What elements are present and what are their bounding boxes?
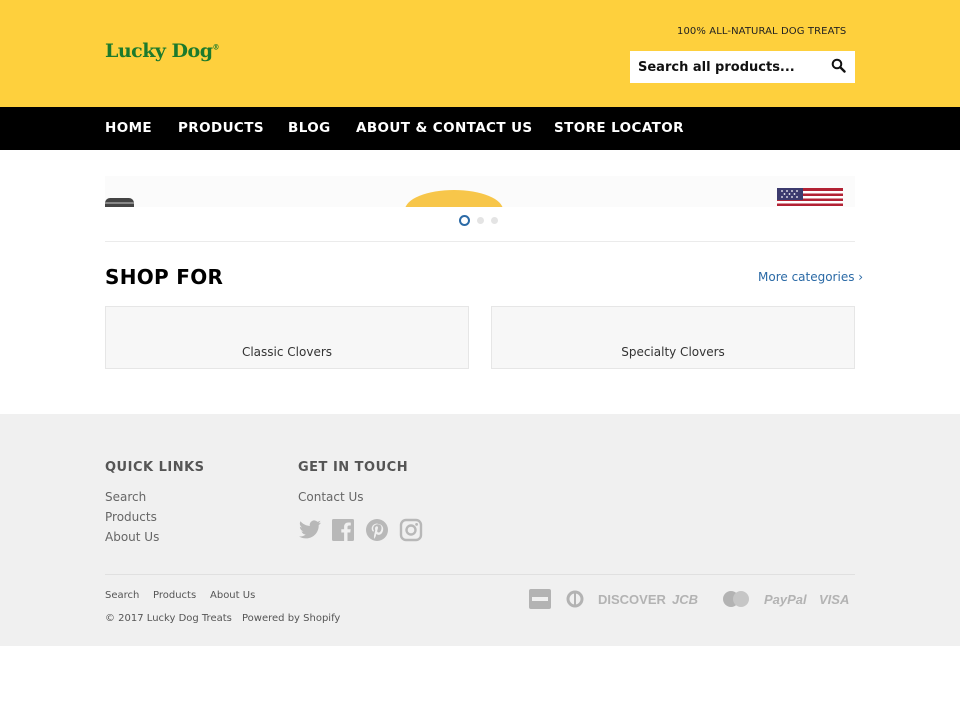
header-tagline: 100% ALL-NATURAL DOG TREATS xyxy=(677,26,847,37)
bottom-link-about-us[interactable]: About Us xyxy=(210,590,255,601)
visa-icon: VISA xyxy=(819,591,850,607)
paypal-icon: PayPal xyxy=(764,591,807,607)
quick-links-heading: QUICK LINKS xyxy=(105,460,205,475)
site-footer: QUICK LINKS Search Products About Us GET… xyxy=(0,414,960,646)
more-categories-link[interactable]: More categories › xyxy=(758,270,863,284)
slider-dot-3[interactable] xyxy=(491,217,498,224)
search-input[interactable] xyxy=(630,51,820,83)
search-icon xyxy=(831,58,846,77)
nav-item-home[interactable]: HOME xyxy=(105,120,152,136)
search-button[interactable] xyxy=(821,51,855,83)
main-nav: HOME PRODUCTS BLOG ABOUT & CONTACT US ST… xyxy=(0,107,960,150)
site-header: Lucky Dog® 100% ALL-NATURAL DOG TREATS xyxy=(0,0,960,107)
logo-registered-mark: ® xyxy=(212,42,220,52)
footer-link-search[interactable]: Search xyxy=(105,490,146,504)
treat-jar-image xyxy=(105,198,134,207)
footer-divider xyxy=(105,574,855,575)
category-card-classic-clovers[interactable]: Classic Clovers xyxy=(105,306,469,369)
pinterest-icon[interactable] xyxy=(365,518,389,542)
section-divider xyxy=(105,241,855,242)
search-form xyxy=(630,51,855,83)
american-flag-image xyxy=(777,188,843,207)
copyright-text: © 2017 Lucky Dog Treats xyxy=(105,613,232,624)
nav-item-products[interactable]: PRODUCTS xyxy=(178,120,264,136)
diners-club-icon xyxy=(565,590,585,608)
bottom-link-products[interactable]: Products xyxy=(153,590,196,601)
slider-dot-1[interactable] xyxy=(459,215,470,226)
slider-dot-2[interactable] xyxy=(477,217,484,224)
nav-item-blog[interactable]: BLOG xyxy=(288,120,331,136)
hero-slider[interactable] xyxy=(105,176,855,207)
shop-for-title: SHOP FOR xyxy=(105,265,224,289)
dog-treat-image xyxy=(405,190,503,207)
instagram-icon[interactable] xyxy=(399,518,423,542)
nav-item-about-contact[interactable]: ABOUT & CONTACT US xyxy=(356,120,533,136)
twitter-icon[interactable] xyxy=(298,518,322,542)
footer-link-products[interactable]: Products xyxy=(105,510,157,524)
facebook-icon[interactable] xyxy=(331,518,355,542)
site-logo[interactable]: Lucky Dog® xyxy=(105,40,219,62)
discover-icon: DISCOVER xyxy=(598,591,666,607)
jcb-icon: JCB xyxy=(672,591,699,607)
category-card-specialty-clovers[interactable]: Specialty Clovers xyxy=(491,306,855,369)
bottom-link-search[interactable]: Search xyxy=(105,590,139,601)
category-card-title: Specialty Clovers xyxy=(621,345,725,359)
footer-link-about-us[interactable]: About Us xyxy=(105,530,159,544)
american-express-icon xyxy=(529,589,551,609)
logo-text: Lucky Dog xyxy=(105,40,213,62)
mastercard-icon xyxy=(722,590,750,608)
nav-item-store-locator[interactable]: STORE LOCATOR xyxy=(554,120,684,136)
footer-link-contact-us[interactable]: Contact Us xyxy=(298,490,364,504)
category-card-title: Classic Clovers xyxy=(241,345,333,359)
powered-by-shopify-link[interactable]: Powered by Shopify xyxy=(242,613,340,624)
get-in-touch-heading: GET IN TOUCH xyxy=(298,460,409,475)
